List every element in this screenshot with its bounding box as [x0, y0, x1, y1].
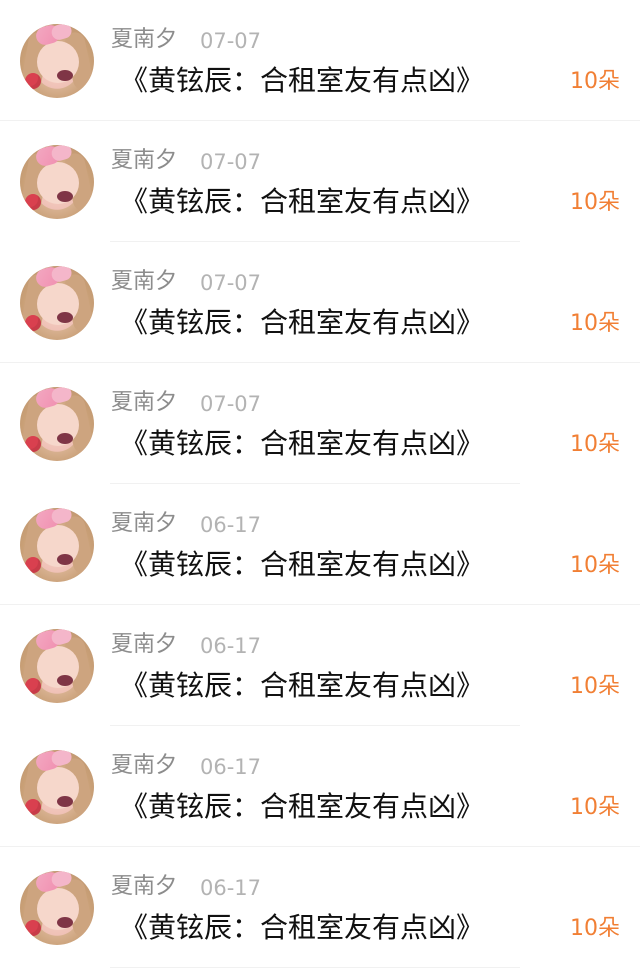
record-date: 06-17	[200, 513, 262, 537]
book-title: 《黄铉辰：合租室友有点凶》	[120, 790, 485, 823]
book-title: 《黄铉辰：合租室友有点凶》	[120, 64, 485, 97]
user-name: 夏南夕	[111, 269, 178, 294]
gift-amount: 10朵	[570, 553, 620, 578]
avatar-mouth	[57, 191, 73, 202]
gift-amount: 10朵	[570, 916, 620, 941]
avatar-mouth	[57, 917, 73, 928]
avatar-mouth	[57, 70, 73, 81]
record-date: 06-17	[200, 876, 262, 900]
gift-amount: 10朵	[570, 190, 620, 215]
avatar-mouth	[57, 312, 73, 323]
record-date: 07-07	[200, 150, 262, 174]
user-name: 夏南夕	[111, 390, 178, 415]
user-name: 夏南夕	[111, 632, 178, 657]
book-title: 《黄铉辰：合租室友有点凶》	[120, 548, 485, 581]
avatar-mouth	[57, 796, 73, 807]
avatar-mouth	[57, 433, 73, 444]
record-date: 07-07	[200, 271, 262, 295]
gift-amount: 10朵	[570, 311, 620, 336]
avatar[interactable]	[20, 871, 94, 945]
avatar-fruit	[25, 315, 41, 331]
user-name: 夏南夕	[111, 753, 178, 778]
list-item[interactable]: 夏南夕 06-17 《黄铉辰：合租室友有点凶》 10朵	[0, 484, 640, 605]
avatar-fruit	[25, 73, 41, 89]
list-item[interactable]: 夏南夕 06-17 《黄铉辰：合租室友有点凶》 10朵	[0, 726, 640, 847]
record-date: 06-17	[200, 755, 262, 779]
avatar[interactable]	[20, 145, 94, 219]
gift-amount: 10朵	[570, 674, 620, 699]
user-name: 夏南夕	[111, 511, 178, 536]
list-item[interactable]: 夏南夕 07-07 《黄铉辰：合租室友有点凶》 10朵	[0, 242, 640, 363]
avatar-fruit	[25, 194, 41, 210]
user-name: 夏南夕	[111, 27, 178, 52]
avatar-fruit	[25, 799, 41, 815]
avatar[interactable]	[20, 750, 94, 824]
avatar-mouth	[57, 675, 73, 686]
book-title: 《黄铉辰：合租室友有点凶》	[120, 427, 485, 460]
list-item[interactable]: 夏南夕 06-17 《黄铉辰：合租室友有点凶》 10朵	[0, 847, 640, 968]
record-date: 07-07	[200, 392, 262, 416]
user-name: 夏南夕	[111, 874, 178, 899]
book-title: 《黄铉辰：合租室友有点凶》	[120, 669, 485, 702]
avatar-fruit	[25, 920, 41, 936]
list-item[interactable]: 夏南夕 07-07 《黄铉辰：合租室友有点凶》 10朵	[0, 121, 640, 242]
avatar-fruit	[25, 557, 41, 573]
avatar-fruit	[25, 678, 41, 694]
avatar[interactable]	[20, 24, 94, 98]
gift-amount: 10朵	[570, 795, 620, 820]
gift-record-list: 夏南夕 07-07 《黄铉辰：合租室友有点凶》 10朵 夏南夕 07-07 《黄…	[0, 0, 640, 969]
book-title: 《黄铉辰：合租室友有点凶》	[120, 185, 485, 218]
record-date: 06-17	[200, 634, 262, 658]
gift-amount: 10朵	[570, 69, 620, 94]
avatar-mouth	[57, 554, 73, 565]
list-item[interactable]: 夏南夕 07-07 《黄铉辰：合租室友有点凶》 10朵	[0, 363, 640, 484]
book-title: 《黄铉辰：合租室友有点凶》	[120, 306, 485, 339]
list-item[interactable]: 夏南夕 07-07 《黄铉辰：合租室友有点凶》 10朵	[0, 0, 640, 121]
avatar[interactable]	[20, 508, 94, 582]
avatar[interactable]	[20, 266, 94, 340]
avatar[interactable]	[20, 387, 94, 461]
list-item[interactable]: 夏南夕 06-17 《黄铉辰：合租室友有点凶》 10朵	[0, 605, 640, 726]
user-name: 夏南夕	[111, 148, 178, 173]
avatar[interactable]	[20, 629, 94, 703]
gift-amount: 10朵	[570, 432, 620, 457]
avatar-fruit	[25, 436, 41, 452]
record-date: 07-07	[200, 29, 262, 53]
book-title: 《黄铉辰：合租室友有点凶》	[120, 911, 485, 944]
